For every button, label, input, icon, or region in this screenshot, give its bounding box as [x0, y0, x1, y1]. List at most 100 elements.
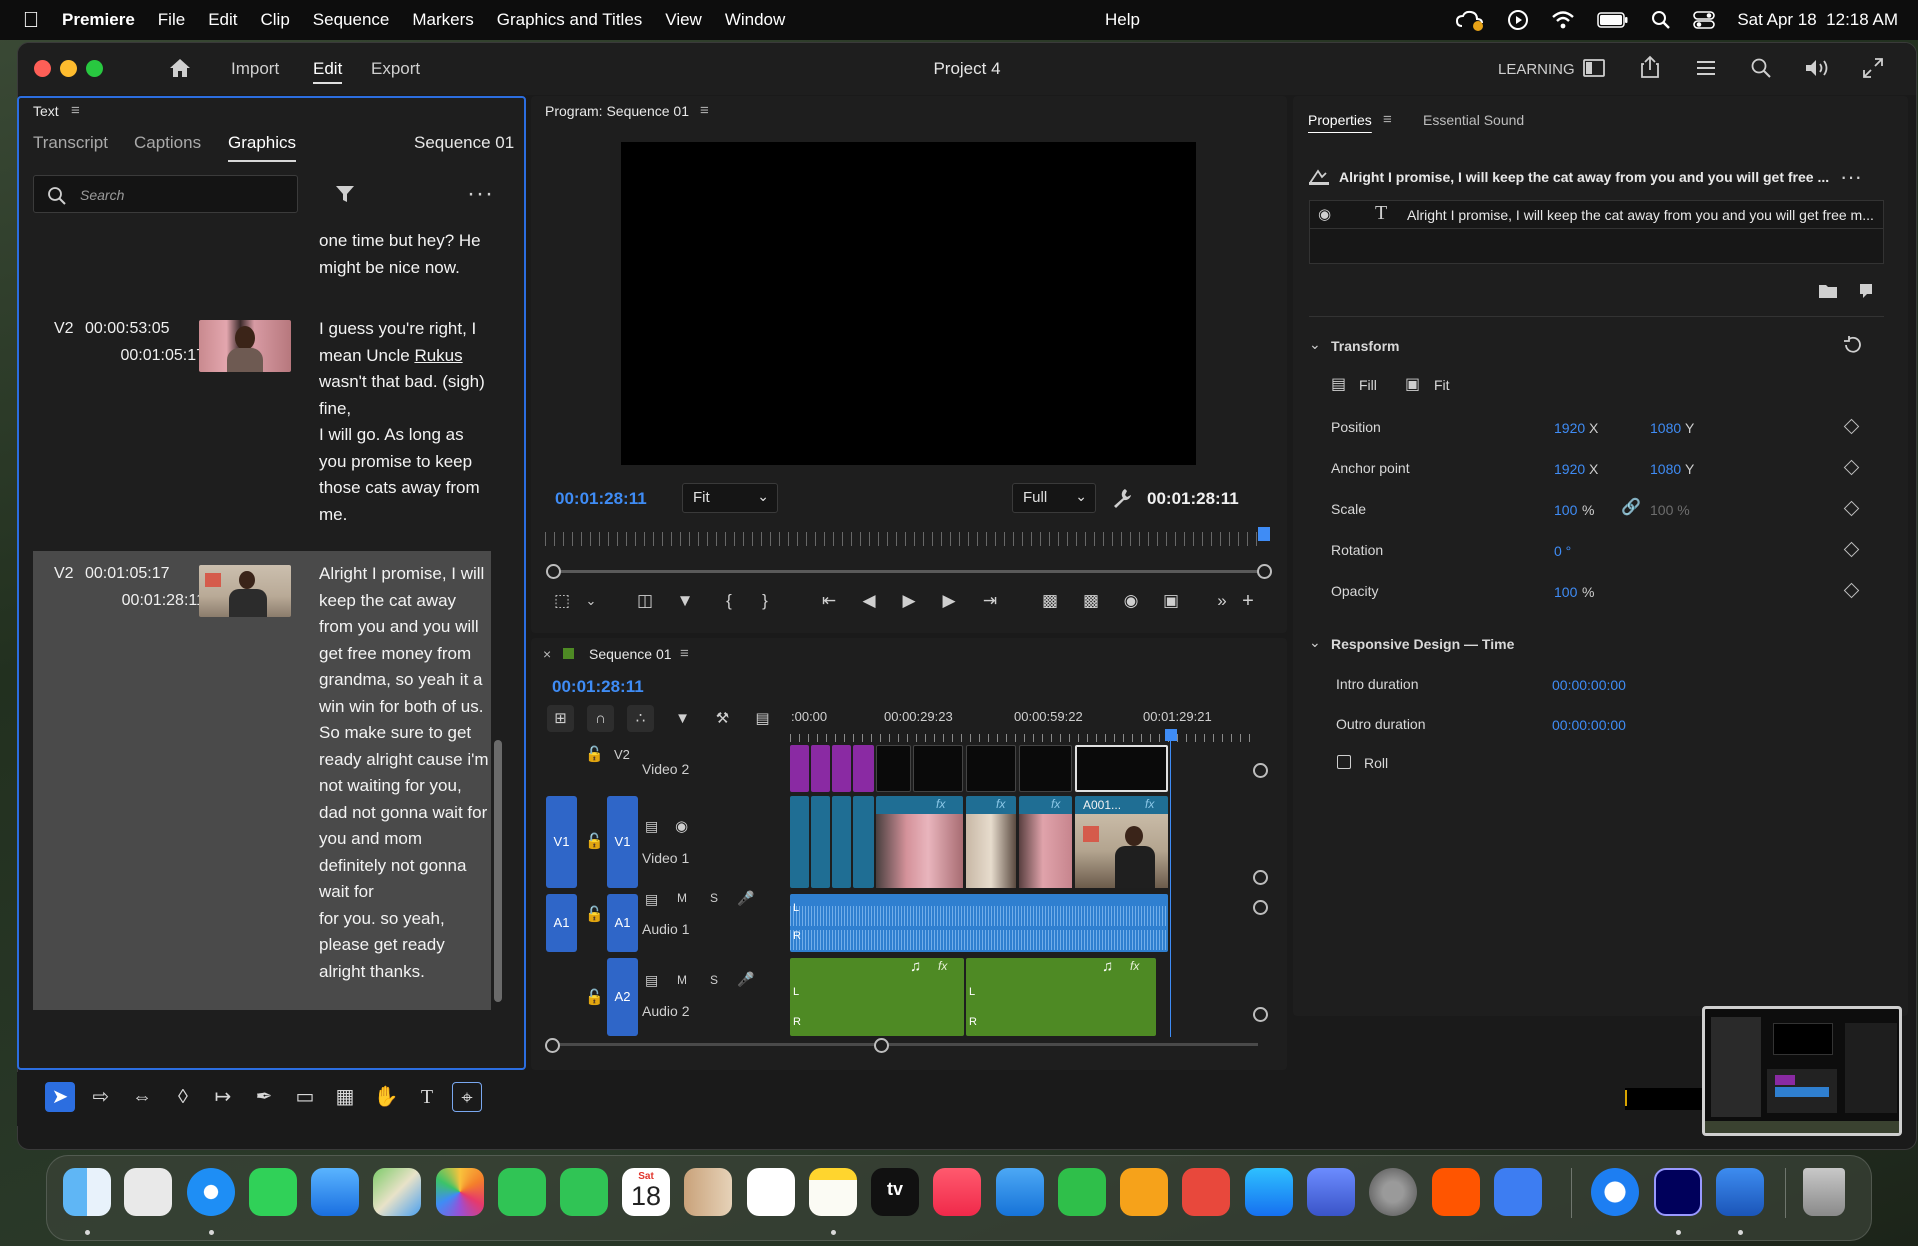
timeline-scroll-left-handle[interactable] [545, 1038, 560, 1053]
text-panel-scrollbar[interactable] [494, 740, 502, 1002]
facetime-app-icon[interactable] [498, 1168, 546, 1216]
position-x-value[interactable]: 1920 [1554, 420, 1585, 436]
home-icon[interactable] [168, 57, 192, 79]
snap-magnet-icon[interactable]: ∩ [587, 705, 614, 732]
screen-recording-preview[interactable] [1702, 1006, 1902, 1136]
export-frame-icon[interactable]: ◉ [1118, 588, 1144, 614]
contacts-app-icon[interactable] [684, 1168, 732, 1216]
voiceover-mic-icon[interactable]: 🎤 [737, 971, 754, 988]
search-help-icon[interactable] [1750, 57, 1772, 79]
workspaces-menu-icon[interactable] [1695, 58, 1717, 78]
video-clip[interactable] [790, 796, 809, 888]
add-marker-icon[interactable]: ▼ [669, 705, 696, 732]
mail-app-icon[interactable] [311, 1168, 359, 1216]
maps-app-icon[interactable] [373, 1168, 421, 1216]
timeline-current-time[interactable]: 00:01:28:11 [552, 677, 644, 697]
minimize-window-button[interactable] [60, 60, 77, 77]
eye-visibility-icon[interactable]: ◉ [1318, 205, 1331, 223]
program-monitor-menu-icon[interactable]: ≡ [700, 102, 709, 119]
track-height-handle[interactable] [1253, 900, 1268, 915]
anchor-x-value[interactable]: 1920 [1554, 461, 1585, 477]
control-center-icon[interactable] [1693, 10, 1716, 30]
menu-clip[interactable]: Clip [260, 10, 289, 30]
text-panel-title[interactable]: Text [33, 103, 59, 119]
timeline-scroll-right-handle[interactable] [874, 1038, 889, 1053]
video-clip-selected[interactable]: A001... fx [1075, 796, 1168, 888]
fit-frame-icon[interactable]: ▣ [1405, 374, 1420, 394]
properties-menu-icon[interactable]: ≡ [1383, 111, 1392, 128]
track-height-handle[interactable] [1253, 763, 1268, 778]
text-layer-row[interactable]: ◉ T Alright I promise, I will keep the c… [1310, 201, 1883, 229]
play-icon[interactable]: ▶ [896, 588, 922, 614]
responsive-design-section-title[interactable]: Responsive Design — Time [1331, 636, 1514, 652]
zoom-window-button[interactable] [86, 60, 103, 77]
audio-volume-icon[interactable] [1804, 58, 1832, 78]
menubar-clock[interactable]: Sat Apr 18 12:18 AM [1737, 10, 1898, 30]
program-zoom-handle-left[interactable] [546, 564, 561, 579]
compare-view-icon[interactable]: ◫ [632, 588, 658, 614]
workspace-learning[interactable]: LEARNING [1498, 61, 1575, 78]
ripple-edit-tool-icon[interactable]: ⇔ [127, 1082, 157, 1112]
graphics-clip[interactable] [832, 745, 851, 792]
play-circle-icon[interactable] [1507, 9, 1529, 31]
nav-import[interactable]: Import [231, 59, 279, 79]
program-current-time[interactable]: 00:01:28:11 [555, 489, 647, 509]
menu-sequence[interactable]: Sequence [313, 10, 390, 30]
video-clip[interactable]: fx [966, 796, 1016, 888]
music-clip[interactable]: L R ♫ fx [790, 958, 964, 1036]
mark-in-icon[interactable]: { [716, 588, 742, 614]
quicktime-app-icon[interactable] [1591, 1168, 1639, 1216]
program-monitor-title[interactable]: Program: Sequence 01 [545, 103, 689, 119]
captions-display-icon[interactable]: ▤ [749, 705, 776, 732]
video-clip[interactable] [832, 796, 851, 888]
chevron-down-icon[interactable]: ⌄ [578, 588, 604, 614]
close-window-button[interactable] [34, 60, 51, 77]
more-options-icon[interactable]: ··· [467, 180, 494, 208]
numbers-app-icon[interactable] [1058, 1168, 1106, 1216]
fill-button[interactable]: Fill [1359, 377, 1377, 393]
source-patch-v1[interactable]: V1 [546, 796, 577, 888]
search-input[interactable] [80, 184, 280, 206]
step-back-icon[interactable]: ◀ [856, 588, 882, 614]
soundcloud-app-icon[interactable] [1432, 1168, 1480, 1216]
go-to-out-icon[interactable]: ⇥ [977, 588, 1003, 614]
outro-duration-value[interactable]: 00:00:00:00 [1552, 717, 1626, 733]
voiceover-mic-icon[interactable]: 🎤 [737, 890, 754, 907]
mute-track-button[interactable]: M [677, 891, 687, 905]
graphics-clip[interactable] [966, 745, 1016, 792]
fx-badge[interactable]: fx [1130, 959, 1139, 973]
chevron-down-icon[interactable]: ⌄ [1309, 634, 1321, 651]
video-clip[interactable]: fx [1019, 796, 1072, 888]
tab-captions[interactable]: Captions [134, 133, 201, 153]
button-editor-icon[interactable]: + [1235, 588, 1261, 614]
video-clip[interactable]: fx [876, 796, 963, 888]
transform-section-title[interactable]: Transform [1331, 338, 1399, 354]
track-select-tool-icon[interactable]: ⇨ [86, 1082, 116, 1112]
menu-view[interactable]: View [665, 10, 702, 30]
graphics-clip[interactable] [811, 745, 830, 792]
wifi-icon[interactable] [1551, 10, 1575, 30]
timeline-ruler[interactable] [790, 734, 1258, 742]
pen-tool-icon[interactable]: ✒ [249, 1082, 279, 1112]
hand-tool-icon[interactable]: ✋ [371, 1082, 401, 1112]
menu-file[interactable]: File [158, 10, 185, 30]
lift-icon[interactable]: ▩ [1037, 588, 1063, 614]
timeline-playhead-handle[interactable] [1165, 729, 1177, 741]
safe-margins-icon[interactable]: ⬚ [549, 588, 575, 614]
caption-item[interactable]: V2 00:00:53:05 00:01:05:17 I guess you'r… [33, 302, 491, 532]
battery-icon[interactable] [1597, 12, 1629, 28]
program-video-frame[interactable] [621, 142, 1196, 465]
rocket-typist-app-icon[interactable] [1182, 1168, 1230, 1216]
solo-track-button[interactable]: S [710, 891, 718, 905]
fx-badge[interactable]: fx [936, 797, 945, 811]
linked-selection-icon[interactable]: ∴ [627, 705, 654, 732]
fx-badge[interactable]: fx [1145, 797, 1154, 811]
fill-frame-icon[interactable]: ▤ [1331, 374, 1346, 394]
track-target-v1[interactable]: V1 [607, 796, 638, 888]
intro-duration-value[interactable]: 00:00:00:00 [1552, 677, 1626, 693]
tab-properties[interactable]: Properties [1308, 112, 1372, 128]
timeline-settings-icon[interactable]: ⚒ [709, 705, 736, 732]
apple-tv-app-icon[interactable]: tv [871, 1168, 919, 1216]
creative-cloud-sync-icon[interactable] [1455, 9, 1485, 31]
fx-badge[interactable]: fx [938, 959, 947, 973]
